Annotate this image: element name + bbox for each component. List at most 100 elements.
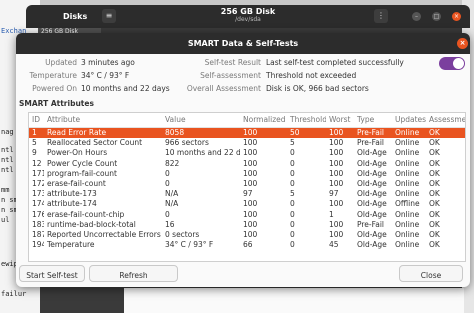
table-row[interactable]: 1 Read Error Rate 8058 100 50 100 Pre-Fail Onli… [29, 127, 465, 139]
cell-assessment: OK [429, 240, 440, 250]
cell-updates: Online [395, 209, 420, 219]
cell-worst: 100 [329, 230, 344, 240]
cell-value: 16 [165, 219, 175, 229]
overall-assessment-value: Disk is OK, 966 bad sectors [266, 84, 369, 93]
cell-updates: Online [392, 127, 426, 139]
cell-id: 183 [32, 219, 44, 229]
table-row[interactable]: 172erase-fail-count 0 100 0 100 Old-Age Online… [29, 179, 465, 189]
column-header-threshold[interactable]: Threshold [287, 113, 326, 128]
start-self-test-button[interactable]: Start Self-test [19, 265, 85, 282]
table-row[interactable]: 12 Power Cycle Count 822 100 0 100 Old-Age Onli… [29, 159, 465, 169]
close-icon[interactable]: × [452, 12, 461, 21]
disks-headerbar: Disks ≡ 256 GB Disk /dev/sda ⋮ – □ × [26, 5, 470, 28]
self-assessment-value: Threshold not exceeded [266, 71, 357, 80]
cell-normalized: 100 [243, 230, 258, 240]
cell-type: Pre-Fail [357, 138, 385, 148]
table-row[interactable]: 5 Reallocated Sector Count 966 sectors 100 5… [29, 138, 465, 148]
cell-value: 822 [165, 158, 180, 168]
cell-updates: Online [395, 179, 420, 189]
menu-icon[interactable]: ⋮ [374, 9, 388, 23]
table-row[interactable]: 171program-fail-count 0 100 0 100 Old-Age Onli… [29, 169, 465, 179]
maximize-icon[interactable]: □ [432, 12, 441, 21]
cell-threshold: 0 [290, 148, 295, 158]
cell-attribute: Read Error Rate [44, 127, 162, 139]
column-header-worst[interactable]: Worst [326, 113, 354, 128]
table-row[interactable]: 183runtime-bad-block-total 16 100 0 100 Pre-F… [29, 220, 465, 230]
cell-updates: Online [395, 138, 420, 148]
table-row[interactable]: 176erase-fail-count-chip 0 100 0 1 Old-Age Onl… [29, 210, 465, 220]
cell-threshold: 0 [290, 219, 295, 229]
powered-on-label: Powered On [32, 84, 77, 93]
cell-id: 5 [32, 138, 37, 148]
cell-worst: 100 [329, 179, 344, 189]
background-line: ntl [1, 166, 14, 174]
column-header-type[interactable]: Type [354, 113, 392, 128]
cell-type: Old-Age [357, 179, 387, 189]
smart-enable-toggle[interactable] [439, 57, 465, 70]
smart-attributes-title: SMART Attributes [19, 99, 94, 108]
disk-path: /dev/sda [235, 16, 261, 23]
updated-value: 3 minutes ago [81, 58, 135, 67]
cell-assessment: OK [429, 148, 440, 158]
cell-assessment: OK [429, 230, 440, 240]
cell-assessment: OK [429, 189, 440, 199]
refresh-button[interactable]: Refresh [89, 265, 178, 282]
cell-assessment: OK [429, 179, 440, 189]
column-header-id[interactable]: ID [29, 113, 44, 128]
self-test-result-label: Self-test Result [204, 58, 261, 67]
cell-threshold: 50 [287, 127, 326, 139]
table-row[interactable]: 187Reported Uncorrectable Errors 0 sector… [29, 230, 465, 240]
cell-worst: 100 [329, 168, 344, 178]
cell-updates: Online [395, 189, 420, 199]
cell-value: N/A [165, 189, 179, 199]
cell-assessment: OK [429, 168, 440, 178]
table-row[interactable]: 173attribute-173 N/A 97 5 97 Old-Age Online OK [29, 189, 465, 199]
minimize-icon[interactable]: – [412, 12, 421, 21]
background-line: ntl [1, 156, 14, 164]
smart-dialog: SMART Data & Self-Tests × Updated 3 minu… [16, 33, 470, 287]
cell-threshold: 0 [290, 168, 295, 178]
cell-type: Old-Age [357, 199, 387, 209]
disk-title: 256 GB Disk [220, 7, 276, 16]
column-header-updates[interactable]: Updates [392, 113, 426, 128]
column-header-assessment[interactable]: Assessment [426, 113, 465, 128]
self-assessment-label: Self-assessment [200, 71, 261, 80]
smart-attributes-table[interactable]: ID Attribute Value Normalized Threshold … [28, 112, 466, 262]
table-row[interactable]: 9Power-On Hours10 months and 22 days1000… [29, 148, 465, 158]
cell-normalized: 100 [243, 138, 258, 148]
cell-type: Old-Age [357, 158, 387, 168]
cell-updates: Online [395, 148, 420, 158]
table-header-row: ID Attribute Value Normalized Threshold … [29, 113, 465, 128]
cell-worst: 100 [329, 138, 344, 148]
cell-threshold: 0 [290, 240, 295, 250]
cell-threshold: 0 [290, 209, 295, 219]
cell-id: 1 [29, 127, 44, 139]
cell-assessment: OK [429, 199, 440, 209]
cell-type: Old-Age [357, 240, 387, 250]
updated-label: Updated [45, 58, 77, 67]
column-header-attribute[interactable]: Attribute [44, 113, 162, 128]
cell-normalized: 100 [243, 199, 258, 209]
close-icon[interactable]: × [457, 38, 468, 49]
cell-normalized: 100 [243, 148, 258, 158]
close-button[interactable]: Close [399, 265, 463, 282]
cell-value: 34° C / 93° F [165, 240, 214, 250]
cell-attribute: erase-fail-count-chip [47, 209, 125, 219]
cell-attribute: Power Cycle Count [47, 158, 118, 168]
cell-value: 0 [165, 209, 170, 219]
column-header-value[interactable]: Value [162, 113, 240, 128]
cell-normalized: 66 [243, 240, 253, 250]
powered-on-value: 10 months and 22 days [81, 84, 170, 93]
table-row[interactable]: 194Temperature 34° C / 93° F 66 0 45 Old-Age O… [29, 240, 465, 250]
cell-updates: Online [395, 219, 420, 229]
cell-id: 171 [32, 168, 44, 178]
cell-assessment: OK [426, 127, 465, 139]
cell-type: Pre-Fail [357, 219, 385, 229]
column-header-normalized[interactable]: Normalized [240, 113, 287, 128]
cell-id: 9 [32, 148, 37, 158]
cell-assessment: OK [429, 158, 440, 168]
table-row[interactable]: 174attribute-174 N/A 100 0 100 Old-Age Offline… [29, 199, 465, 209]
cell-type: Old-Age [357, 148, 387, 158]
overall-assessment-label: Overall Assessment [186, 84, 261, 93]
disk-title-block: 256 GB Disk /dev/sda [26, 7, 470, 23]
